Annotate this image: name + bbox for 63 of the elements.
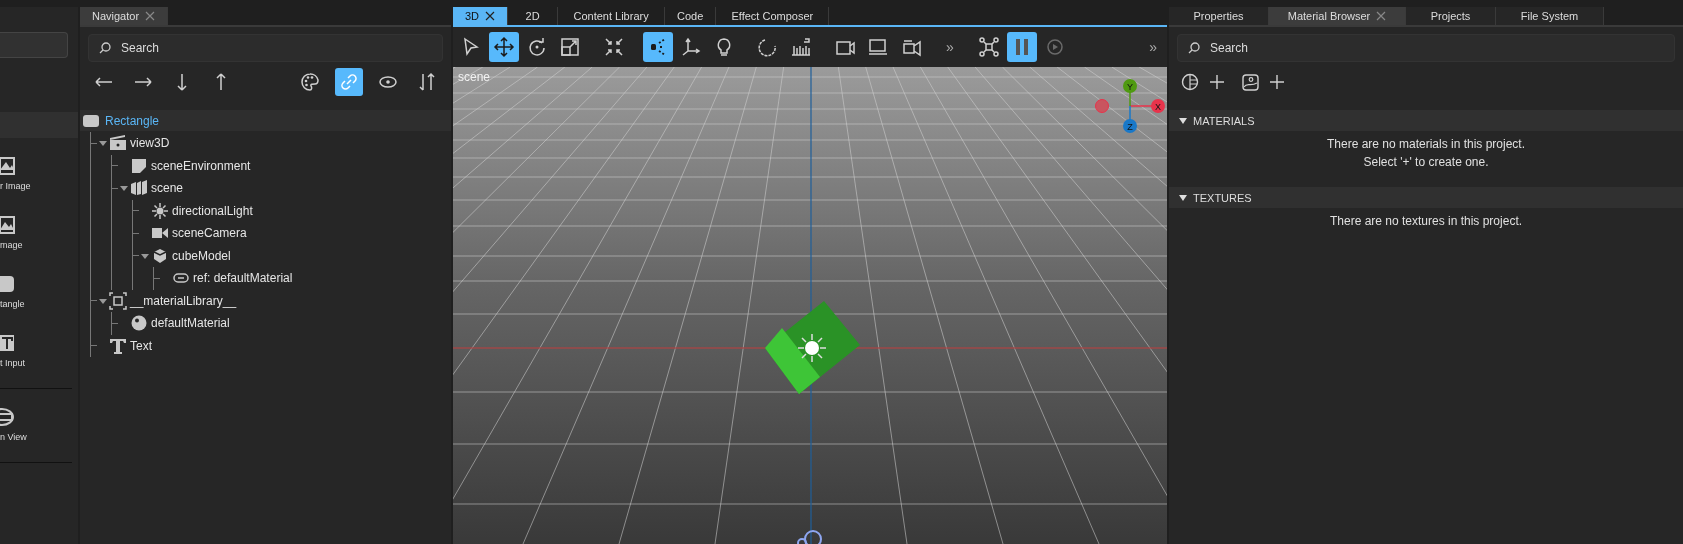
tree-item[interactable]: directionalLight	[172, 203, 253, 218]
empty-message: There are no textures in this project.	[1329, 214, 1523, 228]
collapse-arrow-icon	[1179, 116, 1187, 125]
rectangle-icon	[83, 114, 99, 127]
expand-arrow-icon[interactable]	[97, 296, 109, 305]
tree-item[interactable]: defaultMaterial	[151, 316, 230, 331]
component-label: t Input	[0, 358, 26, 368]
search-icon	[99, 42, 111, 54]
text-input-icon[interactable]	[0, 333, 16, 353]
tree-item[interactable]: sceneCamera	[172, 226, 247, 241]
add-texture-button[interactable]	[1241, 72, 1287, 92]
search-field[interactable]	[0, 32, 68, 58]
move-tool-icon[interactable]	[489, 32, 519, 62]
component-label: n View	[0, 432, 27, 442]
more-tools-button[interactable]: »	[1143, 39, 1163, 55]
environment-icon	[130, 156, 148, 175]
component-label: mage	[0, 240, 23, 250]
expand-arrow-icon[interactable]	[118, 184, 130, 193]
viewport-label: scene	[458, 70, 491, 84]
tree-item[interactable]: cubeModel	[172, 248, 231, 263]
tab[interactable]: File System	[1496, 7, 1604, 25]
empty-message: Select '+' to create one.	[1363, 155, 1489, 169]
tab[interactable]: 3D	[453, 7, 509, 25]
tab[interactable]: Properties	[1169, 7, 1269, 25]
tree-item[interactable]: view3D	[130, 136, 170, 151]
tree-item[interactable]: sceneEnvironment	[151, 158, 251, 173]
library-icon	[109, 291, 127, 310]
image-icon[interactable]	[0, 215, 16, 235]
tab[interactable]: Material Browser	[1269, 7, 1406, 25]
text-icon	[109, 336, 127, 355]
collapse-arrow-icon	[1179, 193, 1187, 202]
close-icon[interactable]	[145, 11, 156, 21]
expand-arrow-icon[interactable]	[139, 251, 151, 260]
tab[interactable]: Navigator	[80, 7, 169, 25]
frame-image-icon[interactable]	[0, 156, 16, 176]
more-tools-button[interactable]: »	[940, 39, 960, 55]
empty-message: There are no materials in this project.	[1326, 137, 1526, 151]
camera-gizmo-icon	[797, 530, 822, 544]
tree-item[interactable]: Text	[130, 338, 152, 353]
tab[interactable]: Projects	[1406, 7, 1496, 25]
tree-item[interactable]: Rectangle	[105, 113, 160, 128]
material-icon	[130, 314, 148, 333]
view3d-icon	[109, 134, 127, 153]
list-view-icon[interactable]	[0, 407, 16, 427]
tree-item[interactable]: ref: defaultMaterial	[193, 271, 293, 286]
add-material-button[interactable]	[1181, 72, 1227, 92]
scene-icon	[130, 179, 148, 198]
close-icon[interactable]	[1376, 11, 1387, 21]
tree-item[interactable]: __materialLibrary__	[130, 293, 237, 308]
component-label: tangle	[0, 299, 25, 309]
pause-icon[interactable]	[1006, 32, 1037, 62]
light-icon	[797, 333, 827, 363]
model-icon	[151, 246, 169, 265]
section-header[interactable]: TEXTURES	[1169, 187, 1683, 208]
section-header[interactable]: MATERIALS	[1169, 110, 1683, 131]
close-icon[interactable]	[485, 11, 496, 21]
tree-root-row[interactable]: Rectangle	[80, 110, 451, 131]
axis-gizmo-drawing[interactable]: Y X Z	[1095, 79, 1165, 133]
component-label: r Image	[0, 181, 31, 191]
tree-item[interactable]: scene	[151, 181, 184, 196]
search-icon	[1188, 42, 1200, 54]
light-icon	[151, 201, 169, 220]
expand-arrow-icon[interactable]	[97, 139, 109, 148]
